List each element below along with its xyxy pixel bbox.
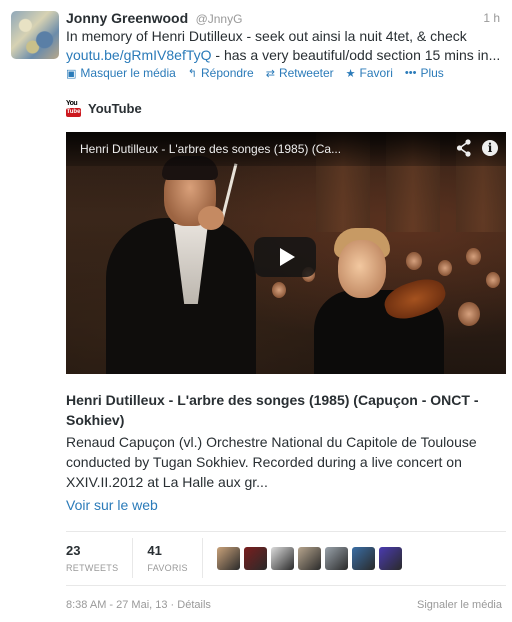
author-name[interactable]: Jonny Greenwood [66,10,188,26]
tweet-header: Jonny Greenwood @JnnyG 1 h [66,10,500,28]
report-media-link[interactable]: Signaler le média [417,599,502,611]
favorite-label: Favori [359,66,393,80]
favorites-stat[interactable]: 41 FAVORIS [147,543,201,573]
favorites-label: FAVORIS [147,563,188,573]
youtube-logo-icon: You Tube [66,100,81,117]
hide-media-label: Masquer le média [80,66,176,80]
video-title[interactable]: Henri Dutilleux - L'arbre des songes (19… [80,142,341,156]
stat-separator [201,538,203,578]
retweets-stat[interactable]: 23 RETWEETS [66,543,132,573]
favorite-button[interactable]: ★ Favori [346,66,393,80]
youtube-logo-top: You [66,100,78,107]
retweet-button[interactable]: ⇄ Retweeter [266,66,334,80]
tweet-link[interactable]: youtu.be/gRmIV8efTyQ [66,47,212,63]
tweet-actions: ▣ Masquer le média ↰ Répondre ⇄ Retweete… [66,66,456,80]
view-on-web-link[interactable]: Voir sur le web [66,497,158,513]
stat-separator [132,538,134,578]
play-icon [279,248,295,266]
reply-button[interactable]: ↰ Répondre [188,66,254,80]
favoriter-avatar[interactable] [216,546,240,570]
retweets-label: RETWEETS [66,563,119,573]
tweet-stats: 23 RETWEETS 41 FAVORIS [66,533,402,583]
hide-media-button[interactable]: ▣ Masquer le média [66,66,176,80]
tweet-time[interactable]: 1 h [483,11,500,25]
retweet-icon: ⇄ [265,67,275,80]
star-icon: ★ [345,67,356,80]
favoriter-avatar[interactable] [270,546,294,570]
media-icon: ▣ [66,67,77,80]
tweet-timestamp[interactable]: 8:38 AM - 27 Mai, 13 [66,599,168,611]
provider-name: YouTube [88,101,142,116]
reply-icon: ↰ [187,67,198,80]
card-provider[interactable]: You Tube YouTube [66,100,142,117]
favoriter-avatar[interactable] [351,546,375,570]
favoriters-list [216,546,402,570]
share-icon[interactable] [456,139,472,157]
reply-label: Répondre [201,66,254,80]
tweet-footer: 8:38 AM - 27 Mai, 13 · Détails Signaler … [66,599,502,611]
card-description: Renaud Capuçon (vl.) Orchestre National … [66,434,477,490]
tweet-text-part1: In memory of Henri Dutilleux - seek out … [66,28,467,44]
tweet-text-part2: - has a very beautiful/odd section 15 mi… [211,47,501,63]
details-link[interactable]: Détails [177,599,211,611]
favoriter-avatar[interactable] [324,546,348,570]
more-button[interactable]: ••• Plus [405,66,444,80]
video-player[interactable]: Henri Dutilleux - L'arbre des songes (19… [66,132,506,374]
stats-divider-bottom [66,585,506,586]
author-handle[interactable]: @JnnyG [196,12,243,26]
tweet-text: In memory of Henri Dutilleux - seek out … [66,27,506,65]
youtube-logo-box: Tube [66,108,81,117]
favorites-count: 41 [147,543,162,558]
play-button[interactable] [254,237,316,277]
more-label: Plus [420,66,444,80]
favoriter-avatar[interactable] [297,546,321,570]
favoriter-avatar[interactable] [243,546,267,570]
footer-separator: · [167,599,178,611]
retweet-label: Retweeter [278,66,334,80]
favoriter-avatar[interactable] [378,546,402,570]
more-icon: ••• [404,67,417,79]
retweets-count: 23 [66,543,81,558]
info-icon[interactable]: i [482,140,498,156]
avatar[interactable] [11,11,59,59]
stats-divider-top [66,531,506,532]
card-title[interactable]: Henri Dutilleux - L'arbre des songes (19… [66,390,502,430]
